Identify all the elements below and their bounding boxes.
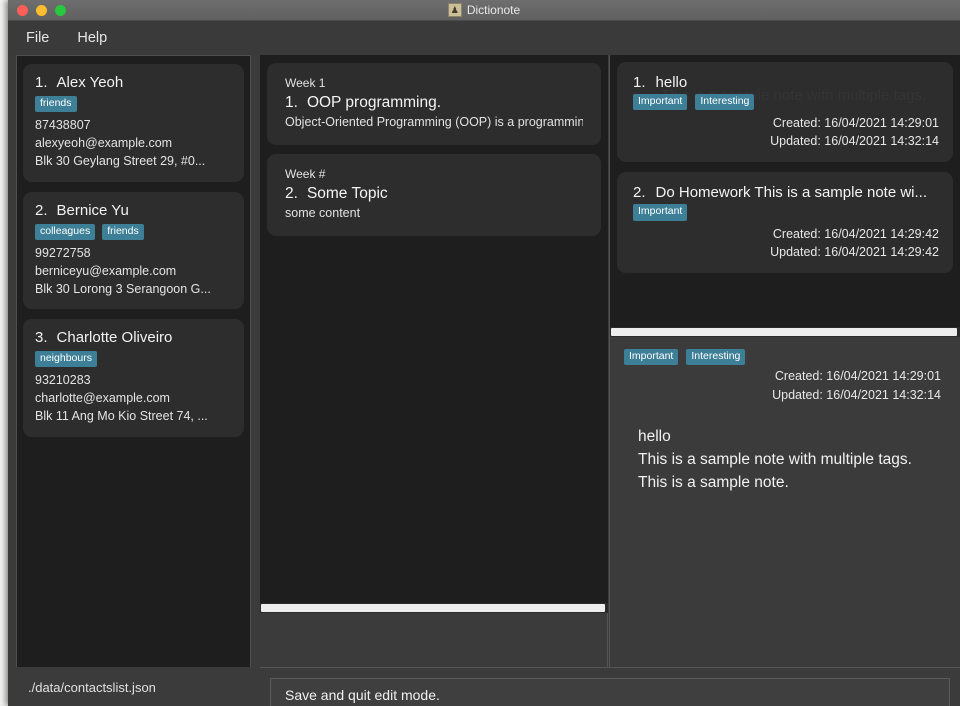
note-created: Created: 16/04/2021 14:29:01 — [772, 116, 939, 131]
contact-tag-row: neighbours — [35, 351, 232, 368]
note-detail-tag: Interesting — [686, 349, 746, 366]
dictionary-horizontal-scrollbar[interactable] — [260, 603, 608, 613]
dictionary-title-row: 1. OOP programming. — [285, 94, 583, 112]
note-detail-tag-row: Important Interesting — [624, 349, 946, 366]
window-title-group: ♟ Dictionote — [8, 3, 960, 17]
contact-name-row: 2. Bernice Yu — [35, 202, 232, 219]
contacts-file-path: ./data/contactslist.json — [28, 679, 156, 695]
note-created: Created: 16/04/2021 14:29:42 — [772, 226, 939, 241]
contact-card[interactable]: 3. Charlotte Oliveiro neighbours 9321028… — [23, 319, 244, 437]
contact-tag: friends — [102, 223, 144, 240]
note-tag: Interesting — [695, 94, 755, 111]
contact-tag: neighbours — [35, 351, 97, 368]
note-detail-created: Created: 16/04/2021 14:29:01 — [774, 369, 941, 384]
note-title: hello — [655, 74, 688, 91]
dictionary-title: Some Topic — [306, 185, 388, 202]
contact-address: Blk 30 Lorong 3 Serangoon G... — [35, 281, 211, 296]
contact-phone: 99272758 — [35, 245, 91, 260]
note-detail-body: hello This is a sample note with multipl… — [624, 425, 946, 495]
scrollbar-thumb[interactable] — [261, 604, 605, 612]
menu-item-file[interactable]: File — [26, 30, 49, 46]
dictionary-card[interactable]: Week # 2. Some Topic some content — [267, 154, 601, 236]
note-dates: Created: 16/04/2021 14:29:01 Updated: 16… — [633, 114, 939, 150]
command-area: Save and quit edit mode. — [260, 667, 960, 706]
note-detail-dates: Created: 16/04/2021 14:29:01 Updated: 16… — [624, 367, 946, 405]
note-dates: Created: 16/04/2021 14:29:42 Updated: 16… — [633, 225, 939, 261]
contacts-list-panel[interactable]: 1. Alex Yeoh friends 87438807 alexyeoh@e… — [16, 55, 251, 667]
menu-item-help[interactable]: Help — [77, 30, 107, 46]
app-icon: ♟ — [447, 3, 462, 17]
dictionary-week: Week # — [285, 167, 326, 181]
dictionary-list-panel[interactable]: Week 1 1. OOP programming. Object-Orient… — [260, 55, 608, 603]
contact-tag: friends — [35, 96, 77, 113]
contact-name-row: 3. Charlotte Oliveiro — [35, 329, 232, 346]
contact-email: alexyeoh@example.com — [35, 136, 173, 151]
note-title-row: 2. Do Homework This is a sample note wi.… — [633, 184, 939, 201]
dictionary-footer-spacer — [260, 613, 608, 667]
maximize-window-button[interactable] — [55, 4, 66, 16]
note-index: 1. — [633, 74, 646, 91]
notes-list-panel[interactable]: This is a sample note with multiple tags… — [610, 55, 960, 327]
note-detail-body-line: This is a sample note with multiple tags… — [638, 450, 912, 468]
contacts-file-path-status: ./data/contactslist.json — [16, 667, 251, 706]
dictionary-week: Week 1 — [285, 76, 326, 90]
contact-address: Blk 30 Geylang Street 29, #0... — [35, 154, 206, 169]
contact-name: Bernice Yu — [56, 201, 129, 219]
dictionary-index: 1. — [285, 94, 298, 111]
note-detail-body-line: hello — [638, 427, 671, 445]
contact-card[interactable]: 1. Alex Yeoh friends 87438807 alexyeoh@e… — [23, 64, 244, 182]
contact-card[interactable]: 2. Bernice Yu colleagues friends 9927275… — [23, 191, 244, 309]
contact-index: 1. — [35, 74, 48, 91]
scrollbar-thumb[interactable] — [611, 328, 957, 336]
dictionary-title: OOP programming. — [306, 94, 442, 111]
note-card[interactable]: This is a sample note with multiple tags… — [617, 62, 953, 163]
menu-bar: File Help — [8, 21, 960, 55]
minimize-window-button[interactable] — [36, 4, 47, 16]
dictionary-content: some content — [285, 206, 361, 220]
contact-name: Alex Yeoh — [56, 74, 124, 91]
window-title: Dictionote — [466, 3, 521, 17]
note-detail-updated: Updated: 16/04/2021 14:32:14 — [772, 387, 941, 402]
note-tag-row: Important Interesting — [633, 94, 939, 111]
dictionary-title-row: 2. Some Topic — [285, 185, 583, 203]
note-card[interactable]: 2. Do Homework This is a sample note wi.… — [617, 172, 953, 273]
contact-tag: colleagues — [35, 223, 96, 240]
note-detail-tag: Important — [624, 349, 679, 366]
notes-horizontal-scrollbar[interactable] — [610, 327, 960, 337]
command-result-box: Save and quit edit mode. — [270, 678, 950, 706]
note-tag-row: Important — [633, 204, 939, 221]
dictionary-content: Object-Oriented Programming (OOP) is a p… — [285, 115, 583, 129]
dictionote-application-window: ♟ Dictionote File Help 1. Alex Yeoh frie… — [8, 0, 960, 706]
title-bar: ♟ Dictionote — [8, 0, 960, 21]
contact-index: 3. — [35, 329, 48, 346]
contact-phone: 87438807 — [35, 118, 91, 133]
note-updated: Updated: 16/04/2021 14:32:14 — [770, 134, 939, 149]
contact-email: berniceyu@example.com — [35, 263, 177, 278]
contact-tag-row: friends — [35, 96, 232, 113]
note-title-row: 1. hello — [633, 74, 939, 91]
note-tag: Important — [633, 94, 688, 111]
note-detail-body-line: This is a sample note. — [638, 474, 789, 492]
contact-name: Charlotte Oliveiro — [56, 329, 173, 346]
note-title: Do Homework This is a sample note wi... — [655, 184, 928, 202]
contacts-column: 1. Alex Yeoh friends 87438807 alexyeoh@e… — [16, 55, 251, 706]
main-content-area: 1. Alex Yeoh friends 87438807 alexyeoh@e… — [8, 55, 960, 706]
contact-tag-row: colleagues friends — [35, 223, 232, 240]
dictionary-card[interactable]: Week 1 1. OOP programming. Object-Orient… — [267, 63, 601, 145]
dictionary-column: Week 1 1. OOP programming. Object-Orient… — [260, 55, 608, 667]
contact-index: 2. — [35, 201, 48, 219]
contact-address: Blk 11 Ang Mo Kio Street 74, ... — [35, 409, 208, 424]
close-window-button[interactable] — [17, 4, 28, 16]
command-result-text: Save and quit edit mode. — [285, 687, 440, 703]
note-tag: Important — [633, 204, 688, 221]
notes-column: This is a sample note with multiple tags… — [609, 55, 960, 677]
dictionary-index: 2. — [285, 185, 298, 202]
contact-phone: 93210283 — [35, 373, 91, 388]
contact-email: charlotte@example.com — [35, 391, 170, 406]
note-updated: Updated: 16/04/2021 14:29:42 — [770, 244, 939, 259]
note-detail-panel: Important Interesting Created: 16/04/202… — [610, 337, 960, 677]
window-controls — [8, 4, 66, 16]
note-index: 2. — [633, 184, 646, 202]
contact-name-row: 1. Alex Yeoh — [35, 74, 232, 91]
